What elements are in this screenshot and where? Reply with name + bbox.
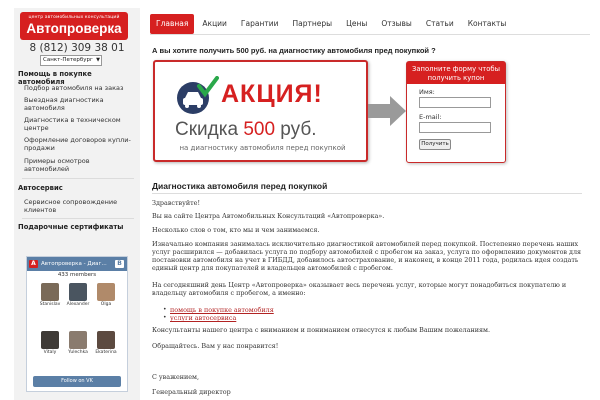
submit-button[interactable]: Получить — [419, 139, 451, 150]
nav-item-home[interactable]: Главная — [150, 14, 195, 34]
nav-item-contacts[interactable]: Контакты — [462, 14, 513, 34]
consultants-text: Консультанты нашего центра с вниманием и… — [152, 326, 491, 334]
phone-number: 8 (812) 309 38 01 — [29, 42, 125, 54]
chevron-down-icon: ▼ — [96, 57, 100, 63]
sidebar-item-examples[interactable]: Примеры осмотров автомобилей — [24, 157, 132, 173]
promo-banner[interactable]: АКЦИЯ! Скидка 500 руб. на диагностику ав… — [153, 60, 368, 162]
about-text: Несколько слов о том, кто мы и чем заним… — [152, 226, 320, 234]
nav-item-prices[interactable]: Цены — [340, 14, 373, 34]
email-label: E-mail: — [419, 113, 442, 121]
vk-member-count: 433 members — [57, 272, 97, 278]
nav-item-promotions[interactable]: Акции — [196, 14, 233, 34]
vk-group-name: Автопроверка - Диаг... — [41, 261, 107, 267]
arrow-right-icon — [368, 96, 406, 126]
sidebar-divider — [22, 178, 134, 179]
vk-member[interactable]: Ekaterina — [93, 331, 119, 355]
avatar — [41, 283, 59, 301]
nav-divider — [150, 34, 590, 35]
nav-item-guarantees[interactable]: Гарантии — [235, 14, 285, 34]
sidebar-section-autoservice[interactable]: Автосервис — [18, 184, 63, 192]
avatar — [97, 331, 115, 349]
avatar — [41, 331, 59, 349]
sidebar-item-selection[interactable]: Подбор автомобиля на заказ — [24, 84, 132, 92]
title-divider — [152, 193, 582, 194]
main-nav: Главная Акции Гарантии Партнеры Цены Отз… — [150, 14, 514, 34]
link-autoservice[interactable]: услуги автосервиса — [170, 314, 236, 322]
email-input[interactable] — [419, 122, 491, 133]
promo-subtitle: на диагностику автомобиля перед покупкой — [179, 144, 346, 152]
sidebar-item-onsite-diagnostics[interactable]: Выездная диагностика автомобиля — [24, 96, 132, 112]
nav-item-reviews[interactable]: Отзывы — [375, 14, 418, 34]
name-input[interactable] — [419, 97, 491, 108]
city-select-value: Санкт-Петербург — [43, 57, 93, 63]
signature-text: Генеральный директор — [152, 388, 231, 396]
regards-text: С уважением, — [152, 373, 200, 381]
group-logo-icon: А — [29, 260, 38, 268]
promo-question: А вы хотите получить 500 руб. на диагнос… — [152, 46, 436, 55]
vk-widget: А Автопроверка - Диаг... B 433 members S… — [26, 256, 128, 392]
vk-member[interactable]: Yulechka — [65, 331, 91, 355]
services-text: На сегодняшний день Центр «Автопроверка»… — [152, 281, 567, 297]
car-check-icon — [177, 76, 219, 114]
vk-member[interactable]: Olga — [93, 283, 119, 307]
vk-widget-header[interactable]: А Автопроверка - Диаг... B — [27, 257, 127, 271]
bullet: • — [163, 306, 167, 313]
vk-member[interactable]: Stanislav — [37, 283, 63, 307]
city-select[interactable]: Санкт-Петербург ▼ — [40, 55, 102, 66]
avatar — [69, 331, 87, 349]
avatar — [69, 283, 87, 301]
greeting-text: Здравствуйте! — [152, 199, 201, 207]
logo-tagline: центр автомобильных консультаций — [28, 15, 120, 20]
sidebar-divider — [22, 218, 134, 219]
invite-text: Обращайтесь. Вам у нас понравится! — [152, 342, 279, 350]
sidebar-item-service-support[interactable]: Сервисное сопровождение клиентов — [24, 198, 132, 214]
coupon-form-header: Заполните форму чтобы получить купон — [407, 62, 505, 84]
avatar — [97, 283, 115, 301]
vk-member[interactable]: Alexander — [65, 283, 91, 307]
page-title: Диагностика автомобиля перед покупкой — [152, 181, 328, 191]
coupon-form: Заполните форму чтобы получить купон Имя… — [406, 61, 506, 163]
sidebar-item-contracts[interactable]: Оформление договоров купли-продажи — [24, 136, 132, 152]
nav-item-articles[interactable]: Статьи — [420, 14, 460, 34]
bullet: • — [163, 314, 167, 321]
history-text: Изначально компания занималась исключите… — [152, 240, 582, 272]
link-help-buying[interactable]: помощь в покупке автомобиля — [170, 306, 274, 314]
vk-follow-button[interactable]: Follow on VK — [33, 376, 121, 387]
sidebar-item-center-diagnostics[interactable]: Диагностика в техническом центре — [24, 116, 132, 132]
vk-icon: B — [115, 260, 124, 268]
promo-akcia-text: АКЦИЯ! — [221, 80, 323, 108]
sidebar-section-certificates[interactable]: Подарочные сертификаты — [18, 223, 123, 231]
name-label: Имя: — [419, 88, 435, 96]
logo-name: Автопроверка — [26, 21, 122, 36]
vk-member[interactable]: Vitaly — [37, 331, 63, 355]
promo-discount: Скидка 500 руб. — [175, 119, 317, 140]
nav-item-partners[interactable]: Партнеры — [286, 14, 338, 34]
left-sidebar: центр автомобильных консультаций Автопро… — [14, 8, 140, 400]
logo[interactable]: центр автомобильных консультаций Автопро… — [20, 12, 128, 40]
intro-text: Вы на сайте Центра Автомобильных Консуль… — [152, 212, 385, 220]
